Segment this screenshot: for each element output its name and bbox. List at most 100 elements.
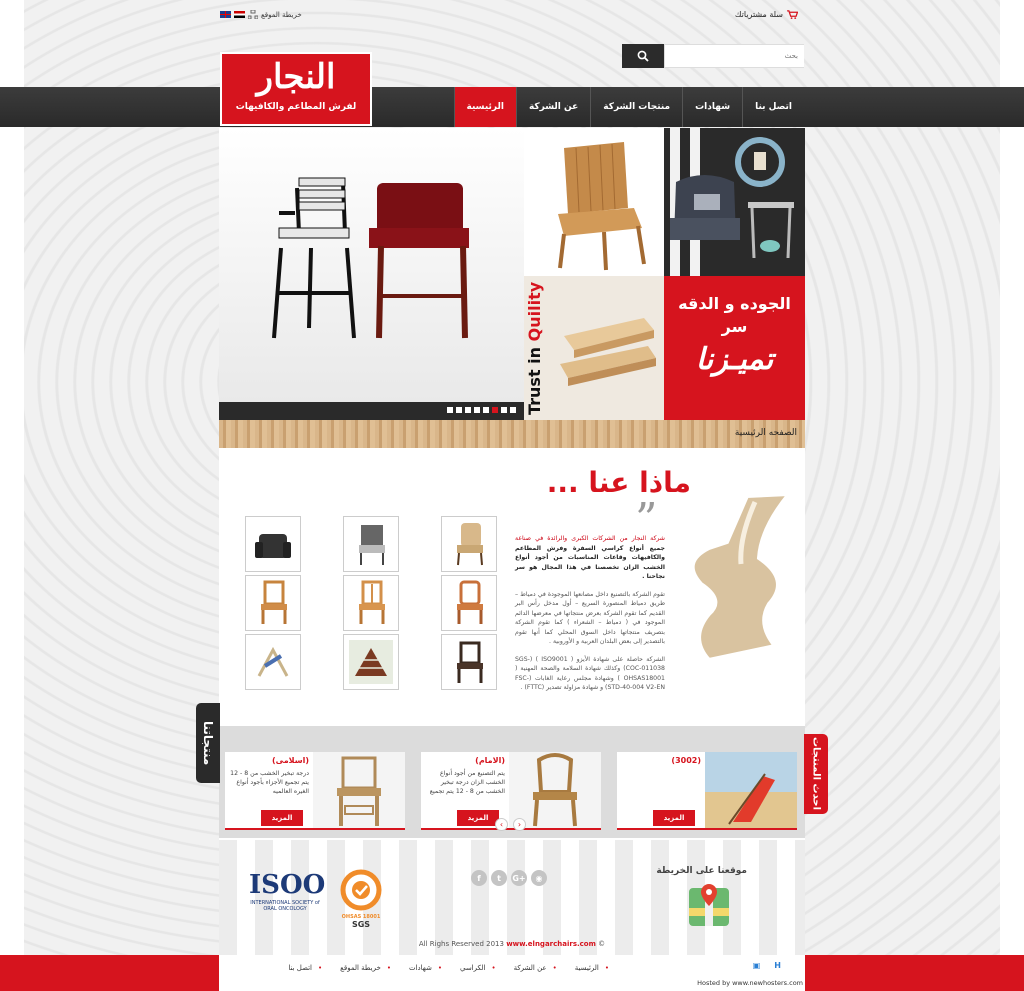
- search-input[interactable]: [664, 44, 804, 68]
- product-thumbnails: [245, 516, 499, 690]
- product-card-image: [313, 752, 405, 830]
- breadcrumb[interactable]: الصفحه الرئيسية: [735, 428, 797, 438]
- slider-dot[interactable]: [483, 407, 489, 413]
- armchair-image: [664, 128, 805, 276]
- nav-item-certificates[interactable]: شهادات: [682, 87, 742, 127]
- bottom-link-home[interactable]: الرئيسية: [575, 964, 609, 972]
- product-card[interactable]: (3002) المزيد: [617, 752, 797, 830]
- bottom-link-chairs[interactable]: الكراسي: [460, 964, 496, 972]
- nav-item-contact[interactable]: اتصل بنا: [742, 87, 804, 127]
- sitemap-label[interactable]: خريطة الموقع: [261, 11, 302, 19]
- trust-text: Trust in: [525, 346, 544, 415]
- carved-chair-image: [457, 641, 483, 683]
- google-plus-icon[interactable]: G+: [511, 870, 527, 886]
- site-logo[interactable]: النجار لفرش المطاعم والكافيهات: [220, 52, 372, 126]
- google-maps-icon[interactable]: [689, 882, 729, 928]
- twitter-icon[interactable]: t: [491, 870, 507, 886]
- iso-logo: ISOO INTERNATIONAL SOCIETY of ORAL ONCOL…: [249, 870, 326, 918]
- sgs-badge-icon: [340, 869, 382, 911]
- footer: موقعنا على الخريطة f t G+ ◉ ISOO INTERNA…: [219, 840, 805, 955]
- more-button[interactable]: المزيد: [653, 810, 695, 826]
- card-divider: [225, 828, 405, 830]
- bar-stools-image: [272, 177, 469, 339]
- bottom-links: الرئيسية عن الشركة الكراسي شهادات خريطة …: [288, 964, 609, 972]
- logo-subtitle: لفرش المطاعم والكافيهات: [235, 102, 357, 112]
- search-button[interactable]: [622, 44, 664, 68]
- hero-slider: Trust in Quility الجوده و الدقه سر تميـز…: [219, 128, 805, 420]
- slider-dot[interactable]: [447, 407, 453, 413]
- quality-banner: الجوده و الدقه سر تميـزنا: [664, 276, 805, 420]
- sitemap-icon: [248, 10, 258, 19]
- nav-item-products[interactable]: منتجات الشركة: [590, 87, 682, 127]
- product-card-title[interactable]: (الامام): [425, 756, 505, 765]
- facebook-icon[interactable]: f: [471, 870, 487, 886]
- product-card-image: [705, 752, 797, 830]
- hosted-by[interactable]: Hosted by www.newhosters.com: [697, 979, 803, 987]
- social-links: f t G+ ◉: [471, 870, 547, 886]
- bottom-link-certificates[interactable]: شهادات: [409, 964, 442, 972]
- uk-flag-icon[interactable]: [220, 11, 231, 18]
- slider-dot[interactable]: [465, 407, 471, 413]
- cart-link[interactable]: سلة مشترياتك: [735, 10, 798, 19]
- product-card-desc: درجة تبخير الخشب من 8 - 12 يتم تجميع الأ…: [230, 770, 309, 795]
- slider-dot[interactable]: [501, 407, 507, 413]
- sgs-text: SGS: [351, 920, 371, 929]
- sitemap-link[interactable]: خريطة الموقع: [220, 10, 302, 19]
- product-thumb[interactable]: [245, 634, 301, 690]
- slider-dot[interactable]: [492, 407, 498, 413]
- latest-products-side-tab[interactable]: احدث المنتجات: [804, 734, 828, 814]
- islamic-chair-frame-image: [337, 756, 381, 826]
- product-card-title[interactable]: (اسلامى): [229, 756, 309, 765]
- bottom-icons: ▣ H: [753, 961, 781, 970]
- wood-chair-image: [457, 580, 483, 624]
- more-button[interactable]: المزيد: [457, 810, 499, 826]
- chevron-left-icon[interactable]: ‹: [495, 818, 508, 831]
- carousel-arrows: ‹ ›: [495, 818, 526, 831]
- iso-logo-text: ISOO: [249, 870, 326, 900]
- slider-dot[interactable]: [510, 407, 516, 413]
- product-thumb[interactable]: [245, 575, 301, 631]
- map-title: موقعنا على الخريطة: [656, 866, 747, 876]
- more-button[interactable]: المزيد: [261, 810, 303, 826]
- product-thumb[interactable]: [441, 516, 497, 572]
- iso-logo-subtext: INTERNATIONAL SOCIETY of ORAL ONCOLOGY: [250, 900, 320, 912]
- copyright-symbol: ©: [598, 940, 606, 948]
- product-thumb[interactable]: [441, 575, 497, 631]
- product-thumb[interactable]: [343, 516, 399, 572]
- sofa-chair-image: [255, 534, 291, 558]
- top-bar: خريطة الموقع سلة مشترياتك: [220, 8, 804, 26]
- quality-line-1: الجوده و الدقه: [678, 294, 791, 313]
- product-card-title[interactable]: (3002): [621, 756, 701, 765]
- quality-text: Quility: [525, 281, 544, 341]
- egypt-flag-icon[interactable]: [234, 11, 245, 18]
- product-thumb[interactable]: [245, 516, 301, 572]
- slider-dot[interactable]: [456, 407, 462, 413]
- copyright-text: All Righs Reserved 2013: [418, 940, 504, 948]
- product-thumb[interactable]: [441, 634, 497, 690]
- about-intro-bold: جميع أنواع كراسي السفرة وفرش المطاعم وال…: [515, 544, 665, 581]
- bottom-link-about[interactable]: عن الشركة: [514, 964, 557, 972]
- breadcrumb-bar: الصفحه الرئيسية: [219, 420, 805, 448]
- chevron-right-icon[interactable]: ›: [513, 818, 526, 831]
- main-content: Trust in Quility الجوده و الدقه سر تميـز…: [219, 128, 805, 955]
- slider-dot[interactable]: [474, 407, 480, 413]
- search-icon: [637, 50, 649, 62]
- main-navbar: الرئيسية عن الشركة منتجات الشركة شهادات …: [0, 87, 1024, 127]
- products-side-tab[interactable]: منتجاتنا: [196, 703, 220, 783]
- cart-icon[interactable]: [787, 10, 798, 19]
- wood-chair-image: [359, 580, 385, 624]
- bottom-link-sitemap[interactable]: خريطة الموقع: [340, 964, 391, 972]
- nav-item-about[interactable]: عن الشركة: [515, 87, 590, 127]
- quality-line-3: تميـزنا: [695, 342, 774, 377]
- product-thumb[interactable]: [343, 634, 399, 690]
- product-thumb[interactable]: [343, 575, 399, 631]
- rss-icon[interactable]: ◉: [531, 870, 547, 886]
- copyright-site-link[interactable]: www.elngarchairs.com: [506, 940, 596, 948]
- featured-products: (3002) المزيد (الامام) يتم التصنيع من أج…: [219, 726, 805, 838]
- product-card[interactable]: (اسلامى) درجة تبخير الخشب من 8 - 12 يتم …: [225, 752, 405, 830]
- trust-slogan: Trust in Quility: [525, 278, 547, 418]
- bottom-link-contact[interactable]: اتصل بنا: [288, 964, 322, 972]
- about-text: شركة النجار من الشركات الكبرى والرائدة ف…: [515, 534, 665, 701]
- nav-item-home[interactable]: الرئيسية: [453, 87, 516, 127]
- cart-label[interactable]: سلة مشترياتك: [735, 10, 783, 19]
